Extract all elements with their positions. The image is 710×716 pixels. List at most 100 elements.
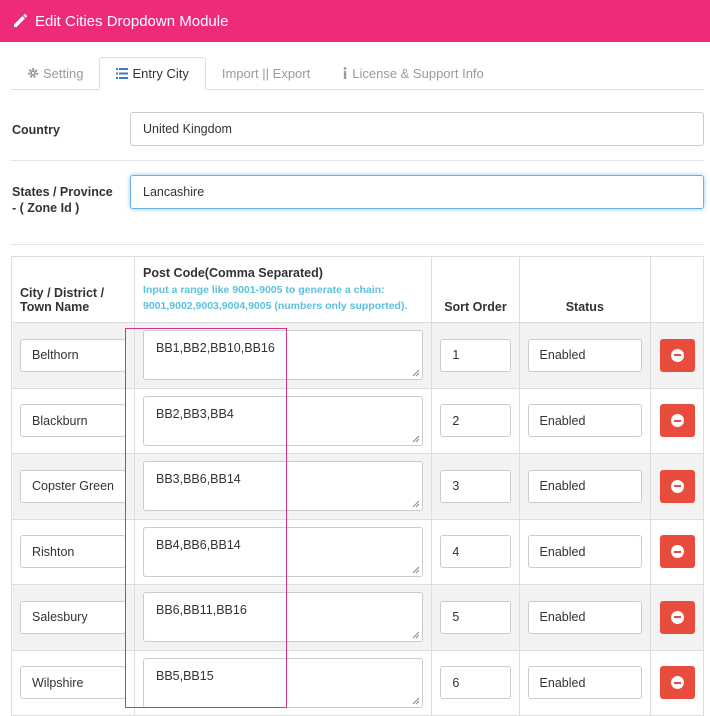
- list-icon: [116, 68, 129, 79]
- module-header: Edit Cities Dropdown Module: [0, 0, 710, 42]
- postcode-cell: BB6,BB11,BB16: [133, 584, 433, 651]
- tab-label: Import || Export: [221, 65, 311, 81]
- minus-circle-icon: [670, 414, 684, 428]
- minus-circle-icon: [670, 610, 684, 624]
- postcode-text: BB4,BB6,BB14: [155, 537, 241, 552]
- pencil-icon: [12, 13, 28, 29]
- city-input[interactable]: Wilpshire: [20, 666, 126, 700]
- status-cell: Enabled: [518, 649, 652, 716]
- minus-circle-icon: [670, 479, 684, 493]
- remove-row-button[interactable]: [659, 404, 695, 438]
- postcode-textarea[interactable]: BB5,BB15: [142, 657, 424, 708]
- sort-cell: 1: [431, 322, 520, 389]
- country-label: Country: [12, 123, 60, 137]
- action-cell: [650, 649, 704, 716]
- sort-input[interactable]: 2: [440, 404, 511, 438]
- city-column-header: City / District / Town Name: [11, 256, 135, 323]
- action-cell: [650, 387, 704, 454]
- city-cell: Blackburn: [11, 387, 135, 454]
- table-row: Rishton BB4,BB6,BB14 4 Enabled: [11, 518, 704, 585]
- status-select[interactable]: Enabled: [527, 469, 643, 503]
- table-row: Wilpshire BB5,BB15 6 Enabled: [11, 649, 704, 716]
- sort-cell: 2: [431, 387, 520, 454]
- city-input[interactable]: Blackburn: [20, 404, 126, 438]
- city-cell: Rishton: [11, 518, 135, 585]
- status-cell: Enabled: [518, 387, 652, 454]
- status-cell: Enabled: [518, 322, 652, 389]
- postcode-text: BB6,BB11,BB16: [155, 603, 247, 618]
- resize-grip-icon[interactable]: [412, 435, 420, 443]
- remove-row-button[interactable]: [659, 535, 695, 569]
- country-input[interactable]: United Kingdom: [130, 112, 704, 146]
- city-cell: Wilpshire: [11, 649, 135, 716]
- postcode-hint: Input a range like 9001-9005 to generate…: [142, 284, 408, 312]
- resize-grip-icon[interactable]: [412, 697, 420, 705]
- city-input[interactable]: Rishton: [20, 535, 126, 569]
- remove-row-button[interactable]: [659, 666, 695, 700]
- remove-row-button[interactable]: [659, 600, 695, 634]
- city-input[interactable]: Salesbury: [20, 600, 126, 634]
- module-title: Edit Cities Dropdown Module: [35, 12, 229, 30]
- table-row: Salesbury BB6,BB11,BB16 5 Enabled: [11, 584, 704, 651]
- status-cell: Enabled: [518, 518, 652, 585]
- resize-grip-icon[interactable]: [412, 566, 420, 574]
- sort-input[interactable]: 1: [440, 338, 511, 372]
- tab-bar: Setting Entry City Import || Export Lice…: [11, 57, 704, 90]
- city-cell: Belthorn: [11, 322, 135, 389]
- table-row: Blackburn BB2,BB3,BB4 2 Enabled: [11, 387, 704, 454]
- sort-input[interactable]: 4: [440, 535, 511, 569]
- status-select[interactable]: Enabled: [527, 338, 643, 372]
- sort-cell: 5: [431, 584, 520, 651]
- resize-grip-icon[interactable]: [412, 500, 420, 508]
- postcode-text: BB3,BB6,BB14: [155, 472, 241, 487]
- tab-setting[interactable]: Setting: [11, 57, 99, 89]
- tab-label: License & Support Info: [352, 65, 484, 81]
- postcode-textarea[interactable]: BB6,BB11,BB16: [142, 592, 424, 643]
- sort-input[interactable]: 6: [440, 666, 511, 700]
- sort-cell: 3: [431, 453, 520, 520]
- remove-row-button[interactable]: [659, 338, 695, 372]
- resize-grip-icon[interactable]: [412, 631, 420, 639]
- table-row: Copster Green BB3,BB6,BB14 3 Enabled: [11, 453, 704, 520]
- state-input[interactable]: Lancashire: [130, 175, 704, 209]
- postcode-textarea[interactable]: BB2,BB3,BB4: [142, 395, 424, 446]
- status-select[interactable]: Enabled: [527, 535, 643, 569]
- remove-row-button[interactable]: [659, 469, 695, 503]
- gear-icon: [27, 67, 39, 79]
- postcode-textarea[interactable]: BB3,BB6,BB14: [142, 461, 424, 512]
- postcode-textarea[interactable]: BB1,BB2,BB10,BB16: [142, 330, 424, 381]
- minus-circle-icon: [670, 545, 684, 559]
- postcode-text: BB5,BB15: [155, 668, 214, 683]
- action-cell: [650, 322, 704, 389]
- status-select[interactable]: Enabled: [527, 600, 643, 634]
- status-column-header: Status: [518, 256, 652, 323]
- status-select[interactable]: Enabled: [527, 404, 643, 438]
- minus-circle-icon: [670, 348, 684, 362]
- action-cell: [650, 518, 704, 585]
- tab-license-support[interactable]: License & Support Info: [326, 57, 500, 89]
- sort-cell: 6: [431, 649, 520, 716]
- minus-circle-icon: [670, 676, 684, 690]
- tab-label: Setting: [43, 65, 84, 81]
- action-cell: [650, 453, 704, 520]
- postcode-cell: BB2,BB3,BB4: [133, 387, 433, 454]
- action-column-header: [650, 256, 704, 323]
- postcode-header-label: Post Code(Comma Separated): [142, 266, 323, 280]
- tab-import-export[interactable]: Import || Export: [206, 57, 326, 89]
- status-select[interactable]: Enabled: [527, 666, 643, 700]
- resize-grip-icon[interactable]: [412, 369, 420, 377]
- sort-input[interactable]: 3: [440, 469, 511, 503]
- tab-entry-city[interactable]: Entry City: [99, 57, 206, 90]
- city-input[interactable]: Copster Green: [20, 469, 126, 503]
- info-icon: [342, 67, 348, 79]
- tab-label: Entry City: [132, 66, 189, 81]
- postcode-text: BB2,BB3,BB4: [155, 406, 234, 421]
- form-divider: [11, 244, 704, 245]
- postcode-text: BB1,BB2,BB10,BB16: [155, 341, 275, 356]
- action-cell: [650, 584, 704, 651]
- postcode-column-header: Post Code(Comma Separated) Input a range…: [133, 256, 433, 323]
- state-label: States / Province - ( Zone Id ): [12, 185, 113, 215]
- sort-input[interactable]: 5: [440, 600, 511, 634]
- postcode-textarea[interactable]: BB4,BB6,BB14: [142, 526, 424, 577]
- city-input[interactable]: Belthorn: [20, 338, 126, 372]
